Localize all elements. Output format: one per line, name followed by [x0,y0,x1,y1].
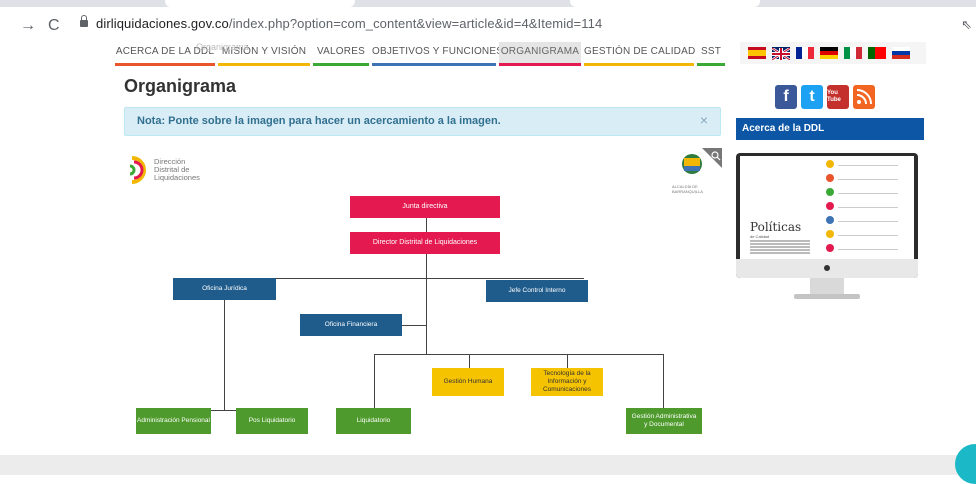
extension-icon[interactable]: ⇖ [961,17,972,33]
org-connector [567,354,568,368]
address-bar[interactable]: dirliquidaciones.gov.co/index.php?option… [96,16,602,31]
rss-glyph [856,89,872,105]
nav-underline [584,63,694,66]
nav-tooltip: Organigrama [196,42,249,52]
org-box-juridica: Oficina Jurídica [173,278,276,300]
alcaldia-name: ALCALDÍA DE BARRANQUILLA [672,184,703,194]
org-box-financiera: Oficina Financiera [300,314,402,336]
policy-row [826,202,911,212]
policy-text-lines [750,240,810,260]
policy-row [826,160,911,170]
org-box-junta: Junta directiva [350,196,500,218]
rss-icon[interactable] [853,85,875,109]
page-footer [0,455,976,475]
org-connector [469,354,470,368]
nav-gestion-calidad[interactable]: GESTIÓN DE CALIDAD [584,42,695,66]
browser-tab[interactable] [570,0,760,7]
note-text: Nota: Ponte sobre la imagen para hacer u… [137,115,501,127]
nav-underline [697,63,725,66]
monitor-button [824,265,830,271]
org-box-admin-pensional: Administración Pensional [136,408,211,434]
monitor-frame: Políticas de Calidad [736,153,918,278]
org-chart-image[interactable]: Dirección Distrital de Liquidaciones ALC… [124,148,724,448]
france-flag-icon[interactable] [796,47,814,59]
nav-underline [115,63,215,66]
policy-row [826,174,911,184]
alcaldia-seal-icon [682,148,722,174]
org-connector [426,218,427,232]
org-connector [374,354,375,408]
chat-button[interactable] [955,444,976,484]
org-connector [426,254,427,354]
facebook-icon[interactable]: f [775,85,797,109]
twitter-icon[interactable]: t [801,85,823,109]
page-title: Organigrama [124,76,237,96]
url-domain: dirliquidaciones.gov.co [96,16,229,31]
nav-underline [313,63,369,66]
policy-subtitle: de Calidad [750,234,770,239]
ddl-logo-icon [129,156,146,184]
nav-objetivos[interactable]: OBJETIVOS Y FUNCIONES [372,42,503,66]
uk-flag-icon[interactable] [771,46,791,62]
monitor-base [794,294,860,299]
policy-row [826,244,911,254]
org-box-gestion-admin: Gestión Administrativa y Documental [626,408,702,434]
quality-policy-banner[interactable]: Políticas de Calidad [736,153,918,303]
nav-organigrama[interactable]: ORGANIGRAMA [499,42,581,66]
sidebar-heading: Acerca de la DDL [736,118,924,140]
close-icon[interactable]: × [700,112,708,128]
nav-underline [499,63,581,66]
org-connector [374,354,664,355]
browser-tab[interactable] [165,0,355,7]
nav-underline [372,63,496,66]
youtube-icon[interactable]: You Tube [827,85,849,109]
language-flags [740,42,926,64]
uk-flag-cross [771,46,791,62]
lock-icon [80,15,88,27]
org-box-gestion-humana: Gestión Humana [432,368,504,396]
russia-flag-icon[interactable] [892,47,910,59]
nav-valores[interactable]: VALORES [313,42,369,66]
portugal-flag-icon[interactable] [868,47,886,59]
org-connector [663,354,664,408]
org-box-director: Director Distrital de Liquidaciones [350,232,500,254]
org-box-liquidatorio: Liquidatorio [336,408,411,434]
info-note: Nota: Ponte sobre la imagen para hacer u… [124,107,721,136]
ddl-logo-text: Dirección Distrital de Liquidaciones [154,157,200,182]
nav-underline [218,63,310,66]
browser-toolbar: → C dirliquidaciones.gov.co/index.php?op… [0,0,976,40]
url-path: /index.php?option=com_content&view=artic… [228,16,603,31]
reload-button[interactable]: C [48,17,60,35]
monitor-screen: Políticas de Calidad [740,156,914,262]
org-box-tecnologia: Tecnología de la Información y Comunicac… [531,368,603,396]
policy-title: Políticas [750,220,802,234]
spain-flag-icon[interactable] [748,47,766,59]
germany-flag-icon[interactable] [820,47,838,59]
back-button[interactable]: → [20,17,36,35]
org-connector [224,278,584,279]
tab-strip [0,0,976,7]
italy-flag-icon[interactable] [844,47,862,59]
policy-row [826,188,911,198]
org-box-control: Jefe Control Interno [486,280,588,302]
org-box-pos-liquidatorio: Pos Liquidatorio [236,408,308,434]
policy-row [826,216,911,226]
policy-row [826,230,911,240]
nav-sst[interactable]: SST [697,42,725,66]
